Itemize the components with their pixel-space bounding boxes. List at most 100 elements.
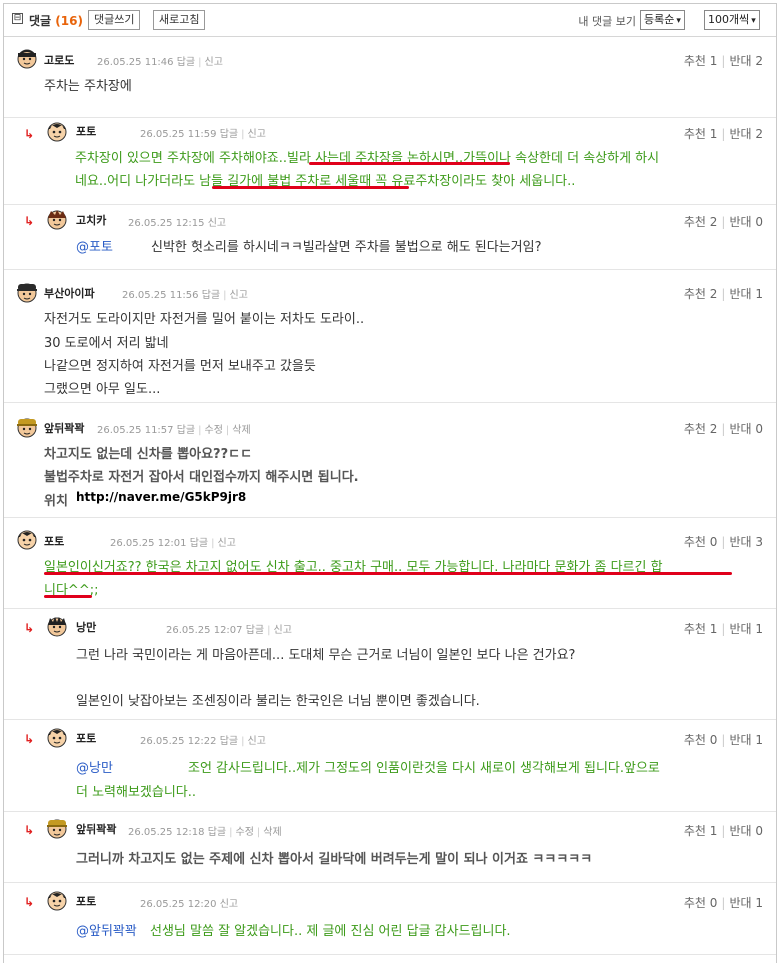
report-link[interactable]: 신고 xyxy=(248,736,266,747)
comment-author[interactable]: 앞뒤꽉꽉 xyxy=(44,420,84,436)
upvote-button[interactable]: 추천 2 xyxy=(684,287,718,301)
vote-box: 추천 2 | 반대 0 xyxy=(683,215,763,229)
comment-item: ↳ 포토 26.05.25 12:20 신고 추천 0 | 반대 1 @앞뒤꽉꽉 선… xyxy=(4,883,776,955)
upvote-button[interactable]: 추천 1 xyxy=(684,54,718,68)
comment-text: 차고지도 없는데 신차를 뽑아요??ㄷㄷ xyxy=(44,447,253,462)
reply-arrow-icon: ↳ xyxy=(24,823,35,837)
comment-author[interactable]: 고로도 xyxy=(44,52,74,68)
comment-text: 주차는 주차장에 xyxy=(44,79,132,94)
comment-item: ↳ 포토 26.05.25 11:59 답글 | 신고 추천 1 | 반대 2 주차장이… xyxy=(4,118,776,205)
reply-link[interactable]: 답글 xyxy=(220,129,238,140)
reply-arrow-icon: ↳ xyxy=(24,127,35,141)
location-label: 위치 xyxy=(44,494,68,509)
report-link[interactable]: 신고 xyxy=(230,290,248,301)
sort-select[interactable]: 등록순 ▾ xyxy=(640,10,685,30)
report-link[interactable]: 신고 xyxy=(274,625,292,636)
comment-text: 그러니까 차고지도 없는 주제에 신차 뽑아서 길바닥에 버려두는게 말이 되나… xyxy=(76,852,593,867)
avatar-icon xyxy=(47,122,67,142)
upvote-button[interactable]: 추천 0 xyxy=(684,896,718,910)
refresh-button[interactable]: 새로고침 xyxy=(153,10,206,30)
downvote-button[interactable]: 반대 0 xyxy=(729,215,763,229)
downvote-button[interactable]: 반대 0 xyxy=(729,422,763,436)
vote-box: 추천 1 | 반대 0 xyxy=(683,824,763,838)
upvote-button[interactable]: 추천 1 xyxy=(684,622,718,636)
reply-link[interactable]: 답글 xyxy=(220,736,238,747)
chevron-down-icon: ▾ xyxy=(751,16,756,26)
comment-meta: 26.05.25 12:22 답글 | 신고 xyxy=(140,736,266,747)
reply-arrow-icon: ↳ xyxy=(24,621,35,635)
comment-text: 더 노력해보겠습니다.. xyxy=(76,785,197,800)
comment-author[interactable]: 낭만 xyxy=(76,619,96,635)
avatar-icon xyxy=(17,49,37,69)
per-page-select[interactable]: 100개씩 ▾ xyxy=(704,10,760,30)
vote-box: 추천 1 | 반대 2 xyxy=(683,54,763,68)
downvote-button[interactable]: 반대 2 xyxy=(729,127,763,141)
mention-link[interactable]: @낭만 xyxy=(76,757,113,776)
delete-link[interactable]: 삭제 xyxy=(263,827,281,838)
report-link[interactable]: 신고 xyxy=(248,129,266,140)
upvote-button[interactable]: 추천 0 xyxy=(684,733,718,747)
avatar-icon xyxy=(17,283,37,303)
reply-link[interactable]: 답글 xyxy=(246,625,264,636)
upvote-button[interactable]: 추천 2 xyxy=(684,422,718,436)
report-link[interactable]: 신고 xyxy=(220,899,238,910)
comment-text: 신박한 헛소리를 하시네ㅋㅋ빌라살면 주차를 불법으로 해도 된다는거임? xyxy=(151,240,542,255)
avatar-icon xyxy=(47,617,67,637)
comment-author[interactable]: 부산아이파 xyxy=(44,285,95,301)
comment-toolbar: ⊟ 댓글 (16) 댓글쓰기 새로고침 내 댓글 보기 등록순 ▾ 100개씩 ▾ xyxy=(4,4,776,37)
downvote-button[interactable]: 반대 1 xyxy=(729,287,763,301)
reply-link[interactable]: 답글 xyxy=(202,290,220,301)
downvote-button[interactable]: 반대 1 xyxy=(729,622,763,636)
comment-title: 댓글 (16) xyxy=(29,14,83,28)
red-underline-mark xyxy=(309,162,510,165)
vote-box: 추천 2 | 반대 1 xyxy=(683,287,763,301)
upvote-button[interactable]: 추천 1 xyxy=(684,824,718,838)
edit-link[interactable]: 수정 xyxy=(205,425,223,436)
avatar-icon xyxy=(47,891,67,911)
comment-author[interactable]: 포토 xyxy=(44,533,64,549)
comment-item: 부산아이파 26.05.25 11:56 답글 | 신고 추천 2 | 반대 1 자전거… xyxy=(4,270,776,403)
red-underline-mark xyxy=(212,186,409,189)
comment-meta: 26.05.25 12:01 답글 | 신고 xyxy=(110,538,236,549)
edit-link[interactable]: 수정 xyxy=(236,827,254,838)
vote-box: 추천 1 | 반대 1 xyxy=(683,622,763,636)
my-comments-link[interactable]: 내 댓글 보기 xyxy=(578,13,636,29)
comment-author[interactable]: 포토 xyxy=(76,893,96,909)
report-link[interactable]: 신고 xyxy=(208,218,226,229)
report-link[interactable]: 신고 xyxy=(205,57,223,68)
comment-author[interactable]: 앞뒤꽉꽉 xyxy=(76,821,116,837)
reply-link[interactable]: 답글 xyxy=(177,57,195,68)
upvote-button[interactable]: 추천 2 xyxy=(684,215,718,229)
reply-link[interactable]: 답글 xyxy=(190,538,208,549)
reply-arrow-icon: ↳ xyxy=(24,895,35,909)
vote-box: 추천 0 | 반대 1 xyxy=(683,733,763,747)
downvote-button[interactable]: 반대 0 xyxy=(729,824,763,838)
comment-item: ↳ 낭만 26.05.25 12:07 답글 | 신고 추천 1 | 반대 1 그런 나… xyxy=(4,609,776,720)
upvote-button[interactable]: 추천 0 xyxy=(684,535,718,549)
comment-text: 일본인이 낮잡아보는 조센징이라 불리는 한국인은 너님 뿐이면 좋겠습니다. xyxy=(76,694,480,709)
downvote-button[interactable]: 반대 1 xyxy=(729,896,763,910)
comment-author[interactable]: 고치카 xyxy=(76,212,106,228)
upvote-button[interactable]: 추천 1 xyxy=(684,127,718,141)
delete-link[interactable]: 삭제 xyxy=(232,425,250,436)
comment-text: 30 도로에서 저리 밟네 xyxy=(44,336,169,351)
comment-count: (16) xyxy=(55,14,83,28)
comment-item: ↳ 앞뒤꽉꽉 26.05.25 12:18 답글 | 수정 | 삭제 추천 1 | 반대 0… xyxy=(4,812,776,883)
avatar-icon xyxy=(47,819,67,839)
downvote-button[interactable]: 반대 1 xyxy=(729,733,763,747)
comment-author[interactable]: 포토 xyxy=(76,123,96,139)
reply-link[interactable]: 답글 xyxy=(177,425,195,436)
mention-link[interactable]: @포토 xyxy=(76,236,113,255)
mention-link[interactable]: @앞뒤꽉꽉 xyxy=(76,920,137,939)
reply-arrow-icon: ↳ xyxy=(24,214,35,228)
downvote-button[interactable]: 반대 3 xyxy=(729,535,763,549)
location-url-link[interactable]: http://naver.me/G5kP9jr8 xyxy=(76,490,246,504)
comment-author[interactable]: 포토 xyxy=(76,730,96,746)
comment-meta: 26.05.25 11:56 답글 | 신고 xyxy=(122,290,248,301)
downvote-button[interactable]: 반대 2 xyxy=(729,54,763,68)
report-link[interactable]: 신고 xyxy=(218,538,236,549)
write-comment-button[interactable]: 댓글쓰기 xyxy=(88,10,141,30)
comment-meta: 26.05.25 12:07 답글 | 신고 xyxy=(166,625,292,636)
reply-link[interactable]: 답글 xyxy=(208,827,226,838)
collapse-toggle-icon[interactable]: ⊟ xyxy=(12,13,23,24)
